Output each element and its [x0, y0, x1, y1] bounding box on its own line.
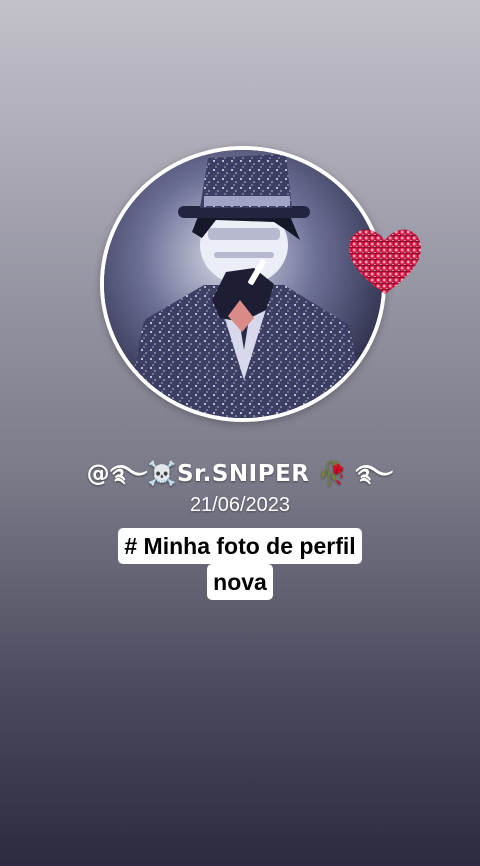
caption-line-2: nova: [207, 564, 273, 600]
profile-picture: [104, 150, 382, 418]
caption: # Minha foto de perfil nova: [0, 528, 480, 600]
caption-line-1: # Minha foto de perfil: [118, 528, 362, 564]
glitter-heart-icon: [349, 229, 421, 294]
story-view: @࿐☠️Sr.SNIPER 🥀 ࿐ 21/06/2023 # Minha fot…: [0, 0, 480, 866]
post-date: 21/06/2023: [189, 494, 291, 516]
